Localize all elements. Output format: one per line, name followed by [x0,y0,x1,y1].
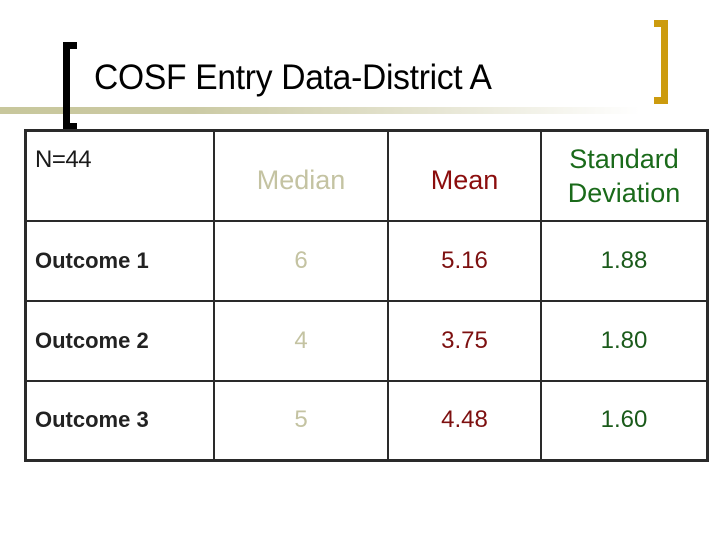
row-label: Outcome 3 [24,379,215,462]
header-median: Median [213,129,389,222]
median-value: 5 [213,379,389,462]
table-header-row: N=44 Median Mean Standard Deviation [24,129,709,222]
mean-value: 4.48 [387,379,542,462]
header-sd-line2: Deviation [567,177,681,208]
header-sd-line1: Standard [569,143,679,174]
sample-size-label: N=44 [24,129,215,222]
header-mean: Mean [387,129,542,222]
table-row: Outcome 3 5 4.48 1.60 [24,379,709,462]
title-underline-rule [0,107,640,114]
median-value: 4 [213,299,389,382]
sd-value: 1.88 [540,219,709,302]
header-standard-deviation: Standard Deviation [540,129,709,222]
sd-value: 1.60 [540,379,709,462]
statistics-table: N=44 Median Mean Standard Deviation Outc… [24,129,709,462]
median-value: 6 [213,219,389,302]
table-row: Outcome 2 4 3.75 1.80 [24,299,709,382]
mean-value: 3.75 [387,299,542,382]
sd-value: 1.80 [540,299,709,382]
slide-title: COSF Entry Data-District A [94,58,492,97]
table-row: Outcome 1 6 5.16 1.88 [24,219,709,302]
row-label: Outcome 1 [24,219,215,302]
row-label: Outcome 2 [24,299,215,382]
right-bracket-decoration [654,20,668,104]
left-bracket-decoration [63,42,77,130]
mean-value: 5.16 [387,219,542,302]
